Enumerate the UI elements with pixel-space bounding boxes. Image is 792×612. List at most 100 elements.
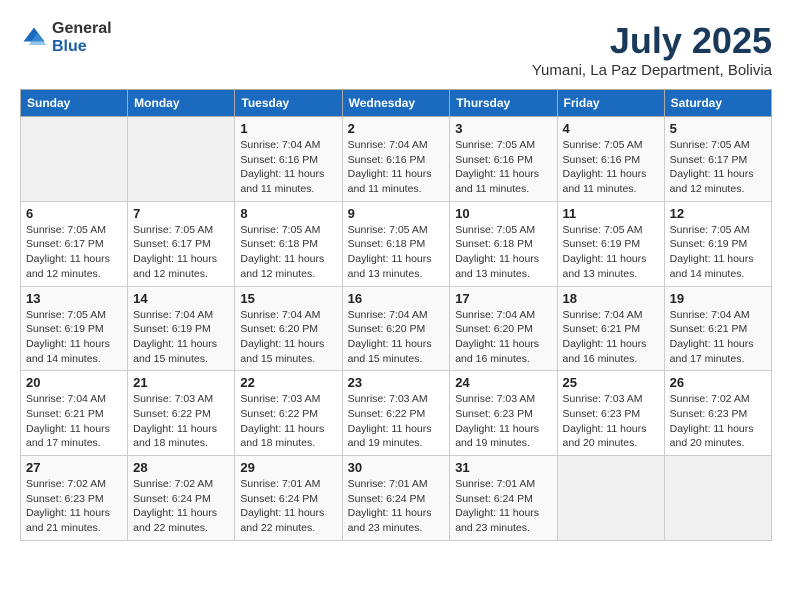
calendar-cell: 18 Sunrise: 7:04 AM Sunset: 6:21 PM Dayli… [557, 286, 664, 371]
day-info: Sunrise: 7:05 AM Sunset: 6:19 PM Dayligh… [563, 223, 659, 282]
day-info: Sunrise: 7:05 AM Sunset: 6:18 PM Dayligh… [455, 223, 551, 282]
calendar-week-2: 6 Sunrise: 7:05 AM Sunset: 6:17 PM Daylig… [21, 201, 772, 286]
day-number: 14 [133, 291, 229, 306]
day-info: Sunrise: 7:04 AM Sunset: 6:16 PM Dayligh… [240, 138, 336, 197]
calendar-cell: 15 Sunrise: 7:04 AM Sunset: 6:20 PM Dayli… [235, 286, 342, 371]
logo-icon [20, 24, 48, 52]
day-number: 18 [563, 291, 659, 306]
day-info: Sunrise: 7:03 AM Sunset: 6:22 PM Dayligh… [240, 392, 336, 451]
day-info: Sunrise: 7:01 AM Sunset: 6:24 PM Dayligh… [240, 477, 336, 536]
day-number: 24 [455, 375, 551, 390]
day-number: 12 [670, 206, 766, 221]
calendar-cell: 6 Sunrise: 7:05 AM Sunset: 6:17 PM Daylig… [21, 201, 128, 286]
day-info: Sunrise: 7:05 AM Sunset: 6:16 PM Dayligh… [455, 138, 551, 197]
day-number: 2 [348, 121, 445, 136]
calendar-cell: 23 Sunrise: 7:03 AM Sunset: 6:22 PM Dayli… [342, 371, 450, 456]
day-info: Sunrise: 7:03 AM Sunset: 6:22 PM Dayligh… [133, 392, 229, 451]
calendar-cell: 31 Sunrise: 7:01 AM Sunset: 6:24 PM Dayli… [450, 456, 557, 541]
day-number: 4 [563, 121, 659, 136]
day-info: Sunrise: 7:03 AM Sunset: 6:23 PM Dayligh… [563, 392, 659, 451]
day-number: 30 [348, 460, 445, 475]
calendar-cell: 17Sunrise: 7:04 AM Sunset: 6:20 PM Dayli… [450, 286, 557, 371]
calendar-cell: 27 Sunrise: 7:02 AM Sunset: 6:23 PM Dayli… [21, 456, 128, 541]
calendar-cell [664, 456, 771, 541]
day-info: Sunrise: 7:02 AM Sunset: 6:23 PM Dayligh… [670, 392, 766, 451]
day-number: 10 [455, 206, 551, 221]
day-number: 8 [240, 206, 336, 221]
day-info: Sunrise: 7:02 AM Sunset: 6:23 PM Dayligh… [26, 477, 122, 536]
day-info: Sunrise: 7:04 AM Sunset: 6:20 PM Dayligh… [240, 308, 336, 367]
day-number: 22 [240, 375, 336, 390]
day-info: Sunrise: 7:05 AM Sunset: 6:17 PM Dayligh… [133, 223, 229, 282]
day-info: Sunrise: 7:05 AM Sunset: 6:19 PM Dayligh… [26, 308, 122, 367]
calendar-body: 1 Sunrise: 7:04 AM Sunset: 6:16 PM Daylig… [21, 117, 772, 541]
weekday-header-row: SundayMondayTuesdayWednesdayThursdayFrid… [21, 90, 772, 117]
calendar-cell: 16 Sunrise: 7:04 AM Sunset: 6:20 PM Dayli… [342, 286, 450, 371]
day-info: Sunrise: 7:01 AM Sunset: 6:24 PM Dayligh… [455, 477, 551, 536]
calendar-cell: 29 Sunrise: 7:01 AM Sunset: 6:24 PM Dayli… [235, 456, 342, 541]
day-info: Sunrise: 7:05 AM Sunset: 6:17 PM Dayligh… [26, 223, 122, 282]
calendar-cell: 4Sunrise: 7:05 AM Sunset: 6:16 PM Daylig… [557, 117, 664, 202]
calendar-cell: 25 Sunrise: 7:03 AM Sunset: 6:23 PM Dayli… [557, 371, 664, 456]
calendar-cell: 14 Sunrise: 7:04 AM Sunset: 6:19 PM Dayli… [128, 286, 235, 371]
day-number: 28 [133, 460, 229, 475]
day-number: 6 [26, 206, 122, 221]
day-info: Sunrise: 7:04 AM Sunset: 6:19 PM Dayligh… [133, 308, 229, 367]
logo: General Blue [20, 20, 112, 55]
day-number: 3 [455, 121, 551, 136]
day-info: Sunrise: 7:05 AM Sunset: 6:18 PM Dayligh… [240, 223, 336, 282]
calendar-cell: 24 Sunrise: 7:03 AM Sunset: 6:23 PM Dayli… [450, 371, 557, 456]
day-info: Sunrise: 7:03 AM Sunset: 6:22 PM Dayligh… [348, 392, 445, 451]
logo-blue-text: Blue [52, 38, 112, 56]
month-year-title: July 2025 [532, 20, 772, 62]
day-number: 1 [240, 121, 336, 136]
calendar-cell: 9 Sunrise: 7:05 AM Sunset: 6:18 PM Daylig… [342, 201, 450, 286]
calendar-week-1: 1 Sunrise: 7:04 AM Sunset: 6:16 PM Daylig… [21, 117, 772, 202]
day-number: 25 [563, 375, 659, 390]
day-info: Sunrise: 7:04 AM Sunset: 6:16 PM Dayligh… [348, 138, 445, 197]
day-number: 23 [348, 375, 445, 390]
calendar-cell: 30 Sunrise: 7:01 AM Sunset: 6:24 PM Dayli… [342, 456, 450, 541]
calendar-cell: 7Sunrise: 7:05 AM Sunset: 6:17 PM Daylig… [128, 201, 235, 286]
day-number: 31 [455, 460, 551, 475]
day-number: 27 [26, 460, 122, 475]
weekday-header-saturday: Saturday [664, 90, 771, 117]
calendar-cell [21, 117, 128, 202]
day-number: 20 [26, 375, 122, 390]
calendar-week-5: 27 Sunrise: 7:02 AM Sunset: 6:23 PM Dayli… [21, 456, 772, 541]
calendar-cell: 8 Sunrise: 7:05 AM Sunset: 6:18 PM Daylig… [235, 201, 342, 286]
calendar-cell: 3 Sunrise: 7:05 AM Sunset: 6:16 PM Daylig… [450, 117, 557, 202]
calendar-cell: 26 Sunrise: 7:02 AM Sunset: 6:23 PM Dayli… [664, 371, 771, 456]
day-number: 9 [348, 206, 445, 221]
calendar-cell: 2 Sunrise: 7:04 AM Sunset: 6:16 PM Daylig… [342, 117, 450, 202]
calendar-week-4: 20 Sunrise: 7:04 AM Sunset: 6:21 PM Dayli… [21, 371, 772, 456]
calendar-cell: 21 Sunrise: 7:03 AM Sunset: 6:22 PM Dayli… [128, 371, 235, 456]
calendar-table: SundayMondayTuesdayWednesdayThursdayFrid… [20, 89, 772, 541]
day-info: Sunrise: 7:05 AM Sunset: 6:19 PM Dayligh… [670, 223, 766, 282]
day-number: 26 [670, 375, 766, 390]
day-info: Sunrise: 7:04 AM Sunset: 6:21 PM Dayligh… [26, 392, 122, 451]
calendar-week-3: 13Sunrise: 7:05 AM Sunset: 6:19 PM Dayli… [21, 286, 772, 371]
day-info: Sunrise: 7:05 AM Sunset: 6:18 PM Dayligh… [348, 223, 445, 282]
weekday-header-thursday: Thursday [450, 90, 557, 117]
calendar-cell [557, 456, 664, 541]
day-info: Sunrise: 7:04 AM Sunset: 6:20 PM Dayligh… [348, 308, 445, 367]
calendar-cell: 11Sunrise: 7:05 AM Sunset: 6:19 PM Dayli… [557, 201, 664, 286]
day-info: Sunrise: 7:03 AM Sunset: 6:23 PM Dayligh… [455, 392, 551, 451]
logo-general-text: General [52, 20, 112, 38]
calendar-cell: 12 Sunrise: 7:05 AM Sunset: 6:19 PM Dayli… [664, 201, 771, 286]
weekday-header-wednesday: Wednesday [342, 90, 450, 117]
day-info: Sunrise: 7:04 AM Sunset: 6:21 PM Dayligh… [563, 308, 659, 367]
day-number: 16 [348, 291, 445, 306]
page-header: General Blue July 2025 Yumani, La Paz De… [20, 20, 772, 79]
day-number: 21 [133, 375, 229, 390]
calendar-cell: 13Sunrise: 7:05 AM Sunset: 6:19 PM Dayli… [21, 286, 128, 371]
day-info: Sunrise: 7:01 AM Sunset: 6:24 PM Dayligh… [348, 477, 445, 536]
day-info: Sunrise: 7:02 AM Sunset: 6:24 PM Dayligh… [133, 477, 229, 536]
calendar-cell: 1 Sunrise: 7:04 AM Sunset: 6:16 PM Daylig… [235, 117, 342, 202]
day-number: 15 [240, 291, 336, 306]
day-number: 19 [670, 291, 766, 306]
day-number: 29 [240, 460, 336, 475]
calendar-cell: 10 Sunrise: 7:05 AM Sunset: 6:18 PM Dayli… [450, 201, 557, 286]
calendar-cell: 28 Sunrise: 7:02 AM Sunset: 6:24 PM Dayli… [128, 456, 235, 541]
